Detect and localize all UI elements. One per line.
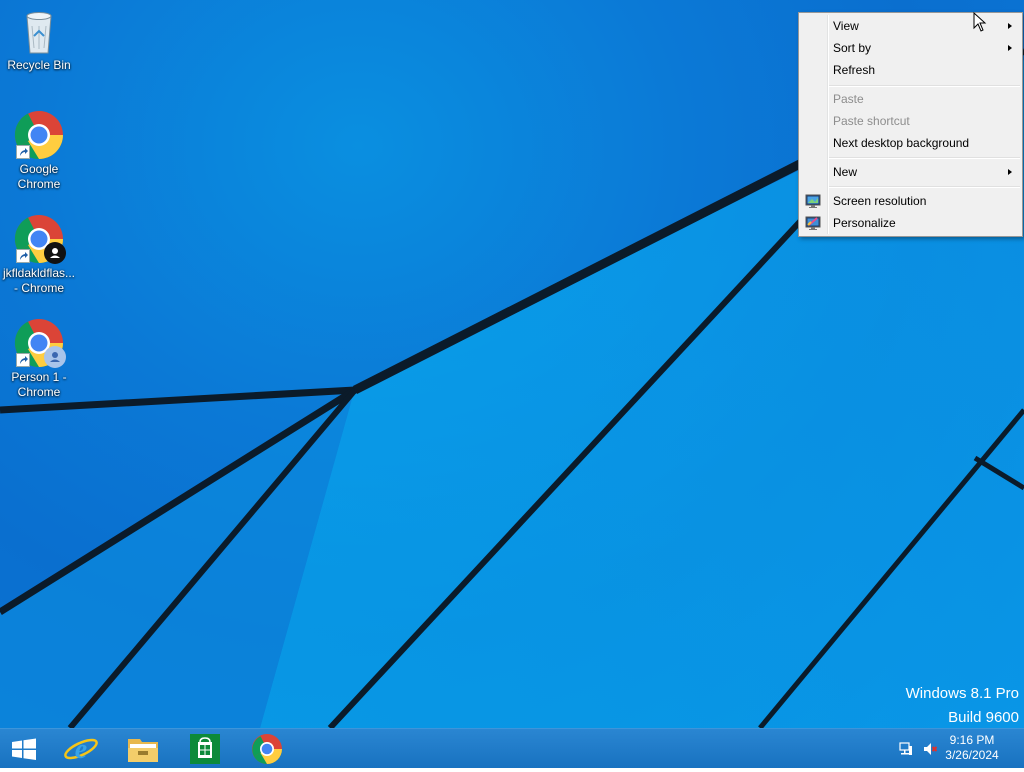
menu-item-label: Refresh [833,63,876,77]
mouse-cursor-icon [973,12,987,32]
menu-item-refresh[interactable]: Refresh [801,59,1020,81]
menu-item-label: View [833,19,859,33]
personalize-icon [805,215,821,231]
desktop-icon-recycle-bin[interactable]: Recycle Bin [0,6,78,73]
profile-badge-icon [44,242,66,264]
menu-separator [829,157,1020,159]
menu-separator [829,186,1020,188]
desktop-icon-google-chrome[interactable]: Google Chrome [0,110,78,192]
taskbar-internet-explorer-button[interactable]: e [52,729,110,769]
desktop-icon-chrome-profile-jkfl[interactable]: jkfldakldflas... - Chrome [0,214,78,296]
chrome-icon [252,734,282,765]
menu-item-paste[interactable]: Paste [801,88,1020,110]
taskbar-chrome-button[interactable] [238,729,296,769]
shortcut-arrow-icon [16,145,30,159]
taskbar: e 9:16 PM 3/26/2024 [0,728,1024,768]
desktop-context-menu: View Sort by Refresh Paste Paste shortcu… [798,12,1023,237]
desktop[interactable]: Recycle Bin Google Chrome jkfldakldflas.… [0,0,1024,728]
desktop-icon-label: Google Chrome [17,162,61,191]
volume-muted-icon[interactable] [922,741,938,757]
menu-item-label: Personalize [833,216,896,230]
windows-version-watermark: Windows 8.1 Pro [905,685,1019,702]
store-icon [190,734,220,764]
shortcut-arrow-icon [16,249,30,263]
screen-resolution-icon [805,193,821,209]
desktop-icon-chrome-person-1[interactable]: Person 1 - Chrome [0,318,78,400]
desktop-icon-label: Recycle Bin [7,58,71,72]
menu-item-label: Screen resolution [833,194,927,208]
taskbar-file-explorer-button[interactable] [114,729,172,769]
clock-time: 9:16 PM [949,733,995,747]
chrome-profile-icon [14,318,66,368]
menu-item-sort-by[interactable]: Sort by [801,37,1020,59]
clock-date: 3/26/2024 [945,748,999,762]
svg-text:e: e [75,734,87,765]
menu-item-screen-resolution[interactable]: Screen resolution [801,190,1020,212]
menu-item-label: New [833,165,858,179]
network-icon[interactable] [898,741,914,757]
menu-item-personalize[interactable]: Personalize [801,212,1020,234]
chrome-icon [14,110,64,160]
menu-item-next-desktop-background[interactable]: Next desktop background [801,132,1020,154]
menu-separator [829,85,1020,87]
submenu-arrow-icon [1008,169,1012,175]
menu-item-paste-shortcut[interactable]: Paste shortcut [801,110,1020,132]
start-button[interactable] [0,729,48,769]
windows-build-watermark: Build 9600 [948,709,1019,726]
submenu-arrow-icon [1008,45,1012,51]
menu-item-label: Sort by [833,41,872,55]
recycle-bin-icon [14,6,64,56]
menu-item-new[interactable]: New [801,161,1020,183]
submenu-arrow-icon [1008,23,1012,29]
file-explorer-icon [128,739,158,762]
desktop-icon-label: Person 1 - Chrome [11,370,67,399]
menu-item-label: Paste [833,92,864,106]
menu-item-view[interactable]: View [801,15,1020,37]
taskbar-store-button[interactable] [176,729,234,769]
internet-explorer-icon: e [64,734,98,765]
menu-item-label: Paste shortcut [833,114,910,128]
shortcut-arrow-icon [16,353,30,367]
windows-logo-icon [12,738,36,760]
profile-badge-icon [44,346,66,368]
chrome-profile-icon [14,214,66,264]
menu-item-label: Next desktop background [833,136,970,150]
taskbar-clock[interactable]: 9:16 PM 3/26/2024 [942,733,1002,763]
desktop-icon-label: jkfldakldflas... - Chrome [2,266,76,295]
